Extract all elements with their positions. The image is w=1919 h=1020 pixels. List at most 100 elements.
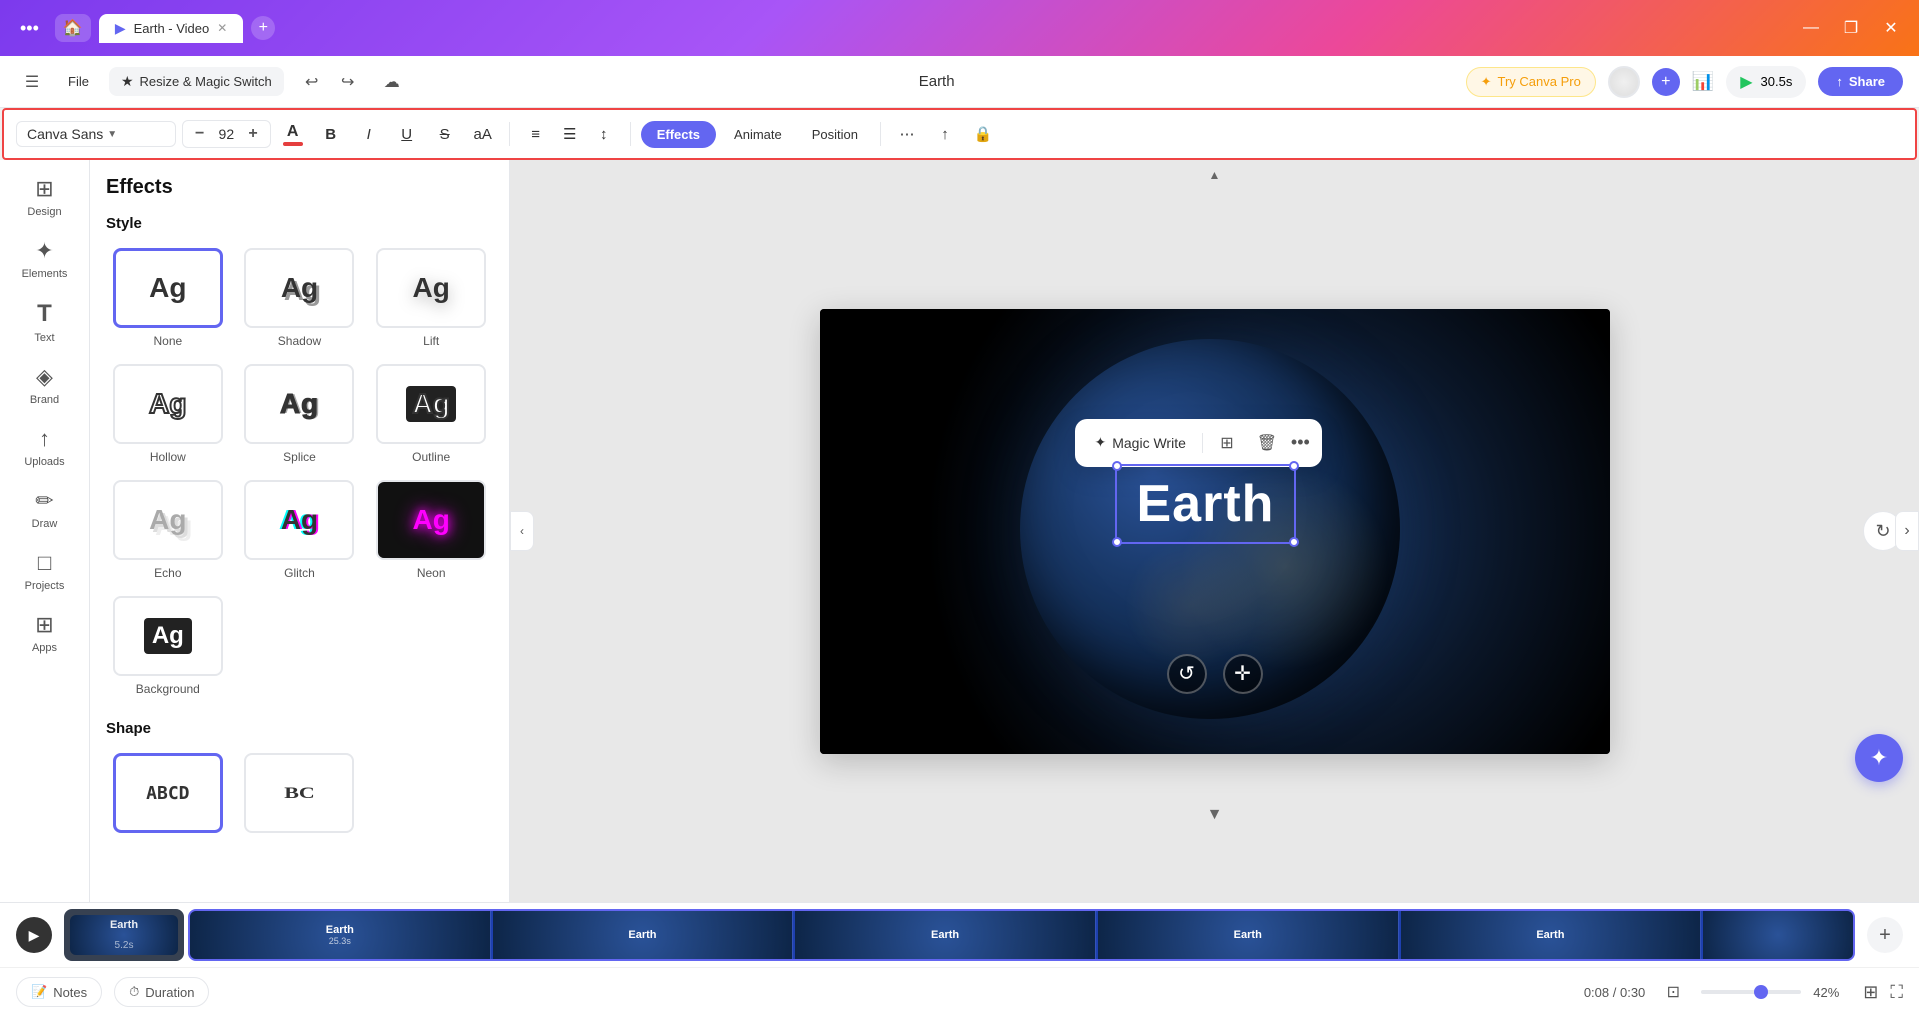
- align-bullets-btn[interactable]: ☰: [554, 118, 586, 150]
- sidebar-item-projects[interactable]: □ Projects: [5, 542, 85, 600]
- animate-btn[interactable]: Animate: [722, 121, 794, 148]
- style-none[interactable]: Ag None: [106, 244, 230, 352]
- try-pro-btn[interactable]: ✦ Try Canva Pro: [1466, 67, 1596, 97]
- more-options-btn[interactable]: •••: [12, 14, 47, 43]
- handle-bl[interactable]: [1112, 537, 1122, 547]
- analytics-btn[interactable]: 📊: [1692, 71, 1714, 92]
- font-size-value[interactable]: 92: [212, 126, 240, 142]
- sidebar-item-elements[interactable]: ✦ Elements: [5, 230, 85, 288]
- lock-btn[interactable]: 🔒: [967, 118, 999, 150]
- sidebar-item-apps[interactable]: ⊞ Apps: [5, 604, 85, 662]
- add-tab-btn[interactable]: +: [251, 16, 275, 40]
- style-neon[interactable]: Ag Neon: [369, 476, 493, 584]
- italic-btn[interactable]: I: [353, 118, 385, 150]
- maximize-btn[interactable]: ❐: [1835, 12, 1867, 44]
- align-left-btn[interactable]: ≡: [520, 118, 552, 150]
- duration-btn[interactable]: ⏱ Duration: [114, 977, 209, 1007]
- timeline-play-btn[interactable]: ▶: [16, 917, 52, 953]
- ctx-copy-btn[interactable]: ⊞: [1211, 427, 1243, 459]
- close-window-btn[interactable]: ✕: [1875, 12, 1907, 44]
- handle-br[interactable]: [1289, 537, 1299, 547]
- canvas-arrow-up[interactable]: ▲: [1209, 168, 1221, 182]
- underline-btn[interactable]: U: [391, 118, 423, 150]
- style-shadow[interactable]: Ag Shadow: [238, 244, 362, 352]
- font-selector[interactable]: Canva Sans ▼: [16, 121, 176, 147]
- collapse-panel-btn[interactable]: ‹: [510, 511, 534, 551]
- add-clip-btn[interactable]: +: [1867, 917, 1903, 953]
- grid-view-btn[interactable]: ⊞: [1863, 982, 1878, 1003]
- fit-view-btn[interactable]: ⊡: [1657, 976, 1689, 1008]
- sidebar-item-design[interactable]: ⊞ Design: [5, 168, 85, 226]
- magic-switch-btn[interactable]: ★ Resize & Magic Switch: [109, 67, 284, 96]
- layer-up-btn[interactable]: ↑: [929, 118, 961, 150]
- add-team-btn[interactable]: +: [1652, 68, 1680, 96]
- play-icon: ▶: [1740, 72, 1752, 92]
- projects-icon: □: [38, 550, 51, 576]
- file-menu[interactable]: File: [60, 70, 97, 93]
- style-outline[interactable]: Ag Outline: [369, 360, 493, 468]
- notes-btn[interactable]: 📝 Notes: [16, 977, 102, 1007]
- sidebar-item-draw[interactable]: ✏ Draw: [5, 480, 85, 538]
- home-btn[interactable]: 🏠: [55, 14, 91, 42]
- zoom-track[interactable]: [1701, 990, 1801, 994]
- sidebar-item-brand[interactable]: ◈ Brand: [5, 356, 85, 414]
- notes-label: Notes: [53, 985, 87, 1000]
- style-hollow[interactable]: Ag Hollow: [106, 360, 230, 468]
- shape-arch[interactable]: BC: [238, 749, 362, 837]
- undo-btn[interactable]: ↩: [296, 66, 328, 98]
- move-btn[interactable]: ✛: [1223, 654, 1263, 694]
- redo-btn[interactable]: ↪: [332, 66, 364, 98]
- shape-curve[interactable]: ABCD: [106, 749, 230, 837]
- fullscreen-btn[interactable]: ⛶: [1890, 982, 1903, 1003]
- style-echo[interactable]: Ag Echo: [106, 476, 230, 584]
- strikethrough-btn[interactable]: S: [429, 118, 461, 150]
- case-btn[interactable]: aA: [467, 118, 499, 150]
- sidebar-item-text[interactable]: T Text: [5, 292, 85, 352]
- handle-tl[interactable]: [1112, 461, 1122, 471]
- cloud-save-btn[interactable]: ☁: [376, 66, 408, 98]
- menu-icon[interactable]: ☰: [16, 66, 48, 98]
- style-hollow-ag: Ag: [149, 388, 186, 420]
- left-sidebar: ⊞ Design ✦ Elements T Text ◈ Brand ↑ Upl…: [0, 160, 90, 902]
- spacing-btn[interactable]: ⋯: [891, 118, 923, 150]
- rotate-btn[interactable]: ↺: [1167, 654, 1207, 694]
- canvas-arrow-down[interactable]: ▼: [1207, 806, 1223, 824]
- tab-close-btn[interactable]: ✕: [217, 21, 227, 35]
- increase-size-btn[interactable]: +: [244, 125, 261, 143]
- style-lift-preview: Ag: [376, 248, 486, 328]
- decrease-size-btn[interactable]: −: [191, 125, 208, 143]
- magic-write-btn[interactable]: ✦ Magic Write: [1087, 430, 1194, 455]
- clip-main[interactable]: Earth 25.3s Earth Earth Earth Eart: [188, 909, 1855, 961]
- bold-btn[interactable]: B: [315, 118, 347, 150]
- active-tab[interactable]: ▶ Earth - Video ✕: [99, 14, 243, 43]
- style-glitch[interactable]: Ag Glitch: [238, 476, 362, 584]
- project-name[interactable]: Earth: [907, 69, 967, 94]
- clip-0[interactable]: Earth 5.2s: [64, 909, 184, 961]
- zoom-thumb[interactable]: [1754, 985, 1768, 999]
- effects-panel: Effects Style Ag None Ag Shadow Ag: [90, 160, 510, 902]
- color-swatch: [283, 142, 303, 146]
- avatar[interactable]: [1608, 66, 1640, 98]
- text-element-container[interactable]: Earth: [1115, 464, 1297, 544]
- effects-panel-btn[interactable]: Effects: [641, 121, 716, 148]
- ctx-delete-btn[interactable]: 🗑: [1251, 427, 1283, 459]
- video-canvas[interactable]: ✦ Magic Write ⊞ 🗑 ••• Earth: [820, 309, 1610, 754]
- minimize-btn[interactable]: —: [1795, 12, 1827, 44]
- share-btn[interactable]: ↑ Share: [1818, 67, 1903, 96]
- selection-box[interactable]: Earth: [1115, 464, 1297, 544]
- position-btn[interactable]: Position: [800, 121, 870, 148]
- sidebar-item-uploads[interactable]: ↑ Uploads: [5, 418, 85, 476]
- earth-text[interactable]: Earth: [1137, 474, 1275, 534]
- play-preview-btn[interactable]: ▶ 30.5s: [1726, 66, 1806, 98]
- shape-curve-text: ABCD: [146, 783, 189, 804]
- right-expand-btn[interactable]: ›: [1895, 511, 1919, 551]
- align-spacing-btn[interactable]: ↕: [588, 118, 620, 150]
- ctx-more-btn[interactable]: •••: [1291, 432, 1310, 453]
- text-color-btn[interactable]: A: [277, 118, 309, 150]
- canvas-magic-btn[interactable]: ✦: [1855, 734, 1903, 782]
- style-splice[interactable]: Ag Splice: [238, 360, 362, 468]
- style-lift[interactable]: Ag Lift: [369, 244, 493, 352]
- style-background[interactable]: Ag Background: [106, 592, 230, 700]
- handle-tr[interactable]: [1289, 461, 1299, 471]
- style-splice-ag: Ag: [280, 388, 319, 420]
